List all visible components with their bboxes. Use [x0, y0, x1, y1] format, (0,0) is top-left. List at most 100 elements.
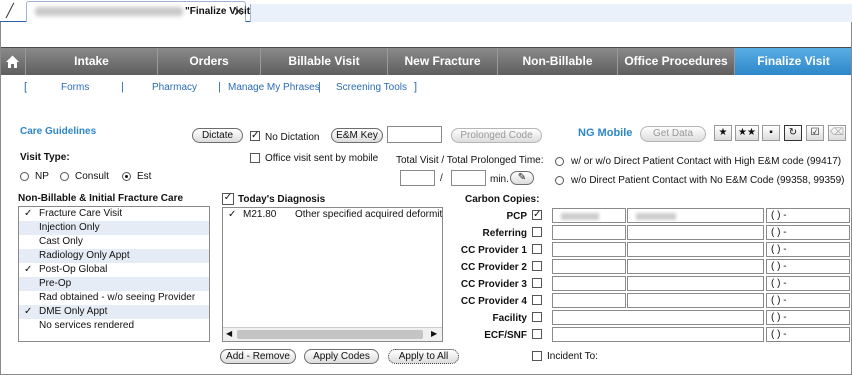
em-key-input[interactable]: [387, 126, 442, 143]
sublink-manage-phrases[interactable]: Manage My Phrases: [228, 82, 320, 93]
refresh-icon[interactable]: ↻: [784, 125, 802, 141]
cc-checkbox[interactable]: ✓: [532, 210, 542, 220]
tab-non-billable[interactable]: Non-Billable: [497, 48, 617, 75]
list-item-label: Fracture Care Visit: [39, 208, 123, 219]
document-tab[interactable]: "Finalize Visit" ✕: [26, 1, 255, 22]
star-icon[interactable]: ★: [714, 125, 732, 141]
horizontal-scrollbar[interactable]: ◀ ▶: [223, 327, 442, 341]
list-item[interactable]: ✓ DME Only Appt: [19, 305, 209, 319]
list-item[interactable]: ✓ Post-Op Global: [19, 263, 209, 277]
min-label: min.: [490, 174, 509, 185]
cc-label: CC Provider 2: [460, 262, 527, 273]
apply-to-all-button[interactable]: Apply to All: [388, 349, 459, 364]
scroll-right-icon[interactable]: ▶: [431, 329, 437, 338]
edit-icon[interactable]: ✎: [510, 171, 534, 185]
sublink-bracket-right: ]: [414, 81, 418, 93]
care-guidelines-link[interactable]: Care Guidelines: [20, 126, 96, 137]
cc-last-name-input[interactable]: [627, 293, 764, 308]
cc-phone-input[interactable]: ( ) -: [766, 225, 850, 240]
eraser-icon[interactable]: ⌫: [828, 125, 846, 141]
prolonged-code-button[interactable]: Prolonged Code: [451, 128, 542, 143]
tab-new-fracture[interactable]: New Fracture: [387, 48, 497, 75]
cc-phone-input[interactable]: ( ) -: [766, 293, 850, 308]
apply-codes-button[interactable]: Apply Codes: [304, 349, 379, 364]
tab-finalize-visit[interactable]: Finalize Visit: [734, 48, 852, 75]
em-key-button[interactable]: E&M Key: [331, 128, 383, 143]
office-visit-mobile-checkbox[interactable]: [250, 153, 260, 163]
cc-checkbox[interactable]: [532, 261, 542, 271]
list-item-label: DME Only Appt: [39, 306, 108, 317]
incident-to-checkbox[interactable]: [532, 351, 542, 361]
cc-row-provider-3: CC Provider 3 ( ) -: [455, 276, 850, 293]
cc-last-name-input[interactable]: [627, 276, 764, 291]
cc-first-name-input[interactable]: [552, 225, 626, 240]
no-dictation-checkbox[interactable]: ✓: [250, 131, 260, 141]
diagnosis-select-all-checkbox[interactable]: ✓: [222, 193, 234, 205]
cc-last-name-input[interactable]: [627, 208, 764, 223]
tab-billable-visit[interactable]: Billable Visit: [260, 48, 387, 75]
cc-first-name-input[interactable]: [552, 259, 626, 274]
cc-last-name-input[interactable]: [627, 225, 764, 240]
cc-last-name-input[interactable]: [627, 242, 764, 257]
dictate-button[interactable]: Dictate: [192, 128, 243, 143]
cc-last-name-input[interactable]: [627, 259, 764, 274]
list-item[interactable]: Injection Only: [19, 221, 209, 235]
cc-first-name-input[interactable]: [552, 208, 626, 223]
cc-facility-input[interactable]: [552, 310, 764, 325]
visit-type-consult-radio[interactable]: [60, 172, 69, 181]
get-data-button[interactable]: Get Data: [640, 126, 706, 142]
list-item[interactable]: Pre-Op: [19, 277, 209, 291]
tab-office-procedures[interactable]: Office Procedures: [617, 48, 734, 75]
contact-high-em-radio[interactable]: [555, 157, 564, 166]
list-item[interactable]: Cast Only: [19, 235, 209, 249]
sublink-bracket-left: [: [24, 81, 28, 93]
double-star-icon[interactable]: ★★: [735, 125, 759, 141]
save-icon[interactable]: ▪: [762, 125, 780, 141]
list-item[interactable]: No services rendered: [19, 319, 209, 333]
home-icon[interactable]: [0, 48, 25, 75]
cc-phone-input[interactable]: ( ) -: [766, 208, 850, 223]
contact-high-em-label: w/ or w/o Direct Patient Contact with Hi…: [571, 156, 842, 167]
tab-intake[interactable]: Intake: [25, 48, 157, 75]
total-visit-label: Total Visit / Total Prolonged Time:: [396, 155, 544, 166]
redacted-text: [636, 213, 676, 220]
contact-no-em-radio[interactable]: [555, 176, 564, 185]
scroll-left-icon[interactable]: ◀: [226, 329, 232, 338]
close-icon[interactable]: ✕: [233, 4, 244, 20]
sublink-screening-tools[interactable]: Screening Tools: [336, 82, 407, 93]
tab-strip-slash: ╱: [6, 3, 14, 18]
visit-type-np-radio[interactable]: [20, 172, 29, 181]
cc-phone-input[interactable]: ( ) -: [766, 310, 850, 325]
list-item[interactable]: Radiology Only Appt: [19, 249, 209, 263]
cc-checkbox[interactable]: [532, 329, 542, 339]
cc-phone-input[interactable]: ( ) -: [766, 276, 850, 291]
visit-type-est-radio[interactable]: [122, 172, 131, 181]
tab-orders[interactable]: Orders: [157, 48, 260, 75]
cc-checkbox[interactable]: [532, 295, 542, 305]
cc-checkbox[interactable]: [532, 244, 542, 254]
prolonged-time-input[interactable]: [451, 170, 486, 186]
cc-first-name-input[interactable]: [552, 293, 626, 308]
cc-phone-input[interactable]: ( ) -: [766, 242, 850, 257]
cc-first-name-input[interactable]: [552, 242, 626, 257]
sublink-forms[interactable]: Forms: [61, 82, 89, 93]
total-visit-input[interactable]: [400, 170, 435, 186]
cc-ecf-input[interactable]: [552, 327, 764, 342]
table-row[interactable]: ✓ M21.80 Other specified acquired deform…: [223, 208, 442, 222]
cc-checkbox[interactable]: [532, 278, 542, 288]
cc-label: PCP: [506, 211, 527, 222]
add-remove-button[interactable]: Add - Remove: [220, 349, 296, 364]
sublink-separator: |: [218, 81, 221, 93]
cc-first-name-input[interactable]: [552, 276, 626, 291]
clipboard-icon[interactable]: ☑: [806, 125, 824, 141]
sublink-pharmacy[interactable]: Pharmacy: [152, 82, 197, 93]
cc-row-facility: Facility ( ) -: [455, 310, 850, 327]
list-item[interactable]: ✓ Fracture Care Visit: [19, 207, 209, 221]
tab-strip-fill: [250, 4, 852, 22]
cc-phone-input[interactable]: ( ) -: [766, 327, 850, 342]
cc-phone-input[interactable]: ( ) -: [766, 259, 850, 274]
list-item[interactable]: Rad obtained - w/o seeing Provider: [19, 291, 209, 305]
cc-checkbox[interactable]: [532, 312, 542, 322]
cc-checkbox[interactable]: [532, 227, 542, 237]
scrollbar-thumb[interactable]: [237, 330, 423, 339]
